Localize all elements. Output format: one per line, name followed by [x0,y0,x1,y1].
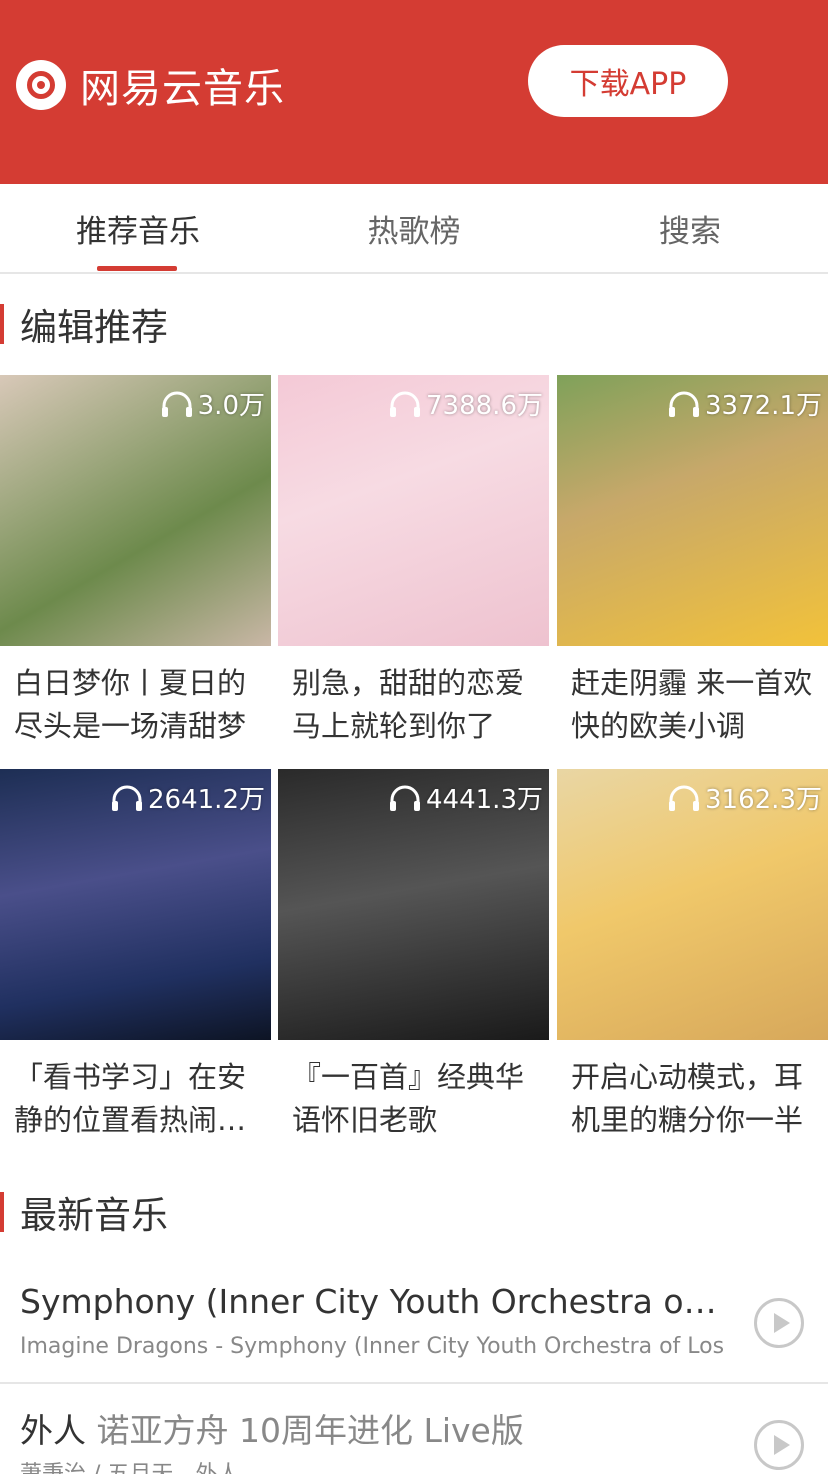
play-count: 3162.3万 [667,779,822,816]
song-artist-album: 萧秉治 / 五月天 - 外人 [20,1456,730,1474]
song-item[interactable]: 外人 诺亚方舟 10周年进化 Live版 萧秉治 / 五月天 - 外人 [0,1384,828,1474]
section-bar [0,1192,4,1232]
nav-tabs: 推荐音乐 热歌榜 搜索 [0,184,828,274]
song-item[interactable]: Symphony (Inner City Youth Orchestra of … [0,1262,828,1384]
playlist-card[interactable]: 4441.3万 『一百首』经典华语怀旧老歌 [278,769,549,1142]
tab-recommend[interactable]: 推荐音乐 [0,184,276,272]
section-title-text: 编辑推荐 [20,306,168,349]
playlist-card[interactable]: 3372.1万 赶走阴霾 来一首欢快的欧美小调 [557,375,828,748]
play-count: 4441.3万 [388,779,543,816]
song-artist-album: Imagine Dragons - Symphony (Inner City Y… [20,1334,730,1359]
netease-music-logo-icon [16,60,66,110]
headphones-icon [390,785,421,811]
playlist-title: 开启心动模式，耳机里的糖分你一半 [571,1060,804,1137]
section-bar [0,304,4,344]
playlist-title: 白日梦你丨夏日的尽头是一场清甜梦 [14,666,247,743]
tab-search[interactable]: 搜索 [552,184,828,272]
playlist-cover: 3.0万 [0,375,271,646]
playlist-card[interactable]: 3.0万 白日梦你丨夏日的尽头是一场清甜梦 [0,375,271,748]
tab-hot-chart[interactable]: 热歌榜 [276,184,552,272]
play-count: 3.0万 [160,385,265,422]
song-title: Symphony (Inner City Youth Orchestra of … [20,1282,720,1321]
playlist-title: 赶走阴霾 来一首欢快的欧美小调 [571,666,813,743]
playlist-cover: 2641.2万 [0,769,271,1040]
song-title: 外人 诺亚方舟 10周年进化 Live版 [20,1411,524,1450]
playlist-cover: 3372.1万 [557,375,828,646]
playlist-card[interactable]: 2641.2万 「看书学习」在安静的位置看热闹的世界 [0,769,271,1142]
playlist-cover: 4441.3万 [278,769,549,1040]
playlist-title: 『一百首』经典华语怀旧老歌 [292,1060,525,1137]
playlist-title: 别急，甜甜的恋爱马上就轮到你了 [292,666,525,743]
playlist-cover: 3162.3万 [557,769,828,1040]
headphones-icon [112,785,143,811]
headphones-icon [669,785,700,811]
play-count: 7388.6万 [388,385,543,422]
play-icon[interactable] [754,1298,804,1348]
playlist-title: 「看书学习」在安静的位置看热闹的世界 [14,1060,247,1137]
play-icon[interactable] [754,1420,804,1470]
playlist-card[interactable]: 3162.3万 开启心动模式，耳机里的糖分你一半 [557,769,828,1142]
section-title-latest: 最新音乐 [0,1190,168,1237]
top-header: 网易云音乐 下载APP [0,0,828,184]
play-count: 3372.1万 [667,385,822,422]
playlist-cover: 7388.6万 [278,375,549,646]
playlist-card[interactable]: 7388.6万 别急，甜甜的恋爱马上就轮到你了 [278,375,549,748]
play-count: 2641.2万 [110,779,265,816]
headphones-icon [161,391,192,417]
section-title-text: 最新音乐 [20,1194,168,1237]
section-title-recommend: 编辑推荐 [0,302,168,349]
app-name: 网易云音乐 [80,66,285,112]
download-app-button[interactable]: 下载APP [528,45,728,117]
brand-logo-group[interactable]: 网易云音乐 [16,56,285,114]
headphones-icon [669,391,700,417]
headphones-icon [390,391,421,417]
active-tab-indicator [97,266,177,271]
